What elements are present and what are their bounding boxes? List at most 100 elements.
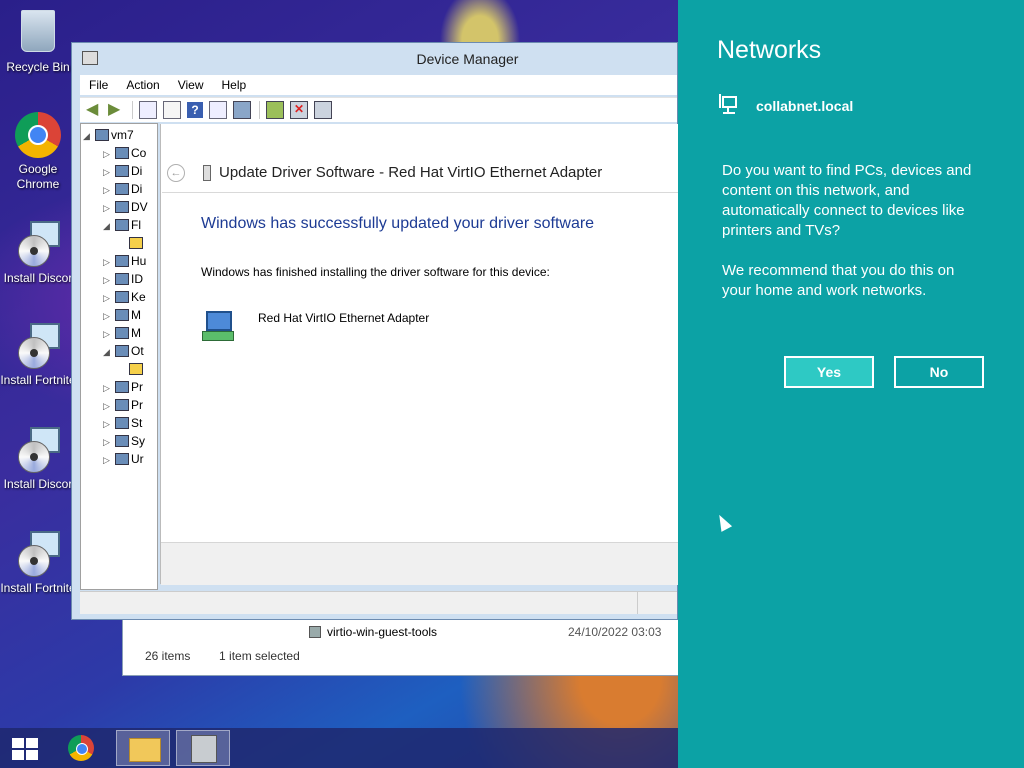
show-hide-console-tree-icon[interactable]: [139, 101, 157, 119]
desktop-icon-install-fortnite[interactable]: Install Fortnite: [0, 320, 76, 388]
device-category-icon: [115, 219, 129, 231]
window-titlebar[interactable]: Device Manager: [72, 43, 677, 75]
collapse-arrow-icon[interactable]: ◢: [103, 221, 115, 232]
uninstall-device-icon[interactable]: ✕: [290, 101, 308, 119]
toolbar: ◀ ▶ ? ✕: [80, 97, 677, 122]
desktop-icon-label: Install Fortnite: [0, 373, 76, 387]
tree-item[interactable]: ◢ Ot: [103, 344, 144, 360]
collapse-arrow-icon[interactable]: ◢: [103, 347, 115, 358]
status-bar: [80, 591, 677, 614]
printer-icon: [115, 381, 129, 393]
installer-icon: [14, 323, 62, 371]
networks-charm-panel: Networks collabnet.local Do you want to …: [678, 0, 1024, 768]
window-title: Device Manager: [416, 51, 519, 67]
desktop-icon-install-fortnite[interactable]: Install Fortnite: [0, 528, 76, 596]
expand-arrow-icon[interactable]: ▷: [103, 257, 115, 268]
tree-item[interactable]: ▷ Sy: [103, 434, 145, 450]
tree-label: ID: [131, 272, 143, 286]
expand-arrow-icon[interactable]: ▷: [103, 293, 115, 304]
tree-item[interactable]: ▷ Ur: [103, 452, 144, 468]
desktop-icon-label: Install Discor: [3, 271, 73, 285]
tree-label: Di: [131, 182, 143, 196]
forward-arrow-icon[interactable]: ▶: [108, 102, 124, 118]
tree-item[interactable]: ▷ Hu: [103, 254, 146, 270]
installer-icon: [14, 221, 62, 269]
tree-label: Fl: [131, 218, 141, 232]
expand-arrow-icon[interactable]: ▷: [103, 275, 115, 286]
warning-device-icon: [129, 237, 143, 249]
desktop-icon-label: Recycle Bin: [6, 60, 70, 74]
chrome-icon: [68, 735, 94, 761]
menu-help[interactable]: Help: [213, 75, 256, 95]
expand-arrow-icon[interactable]: ▷: [103, 203, 115, 214]
tree-item[interactable]: ▷ Di: [103, 164, 142, 180]
mouse-icon: [115, 309, 129, 321]
desktop-icon-label: Google Chrome: [16, 162, 60, 191]
explorer-status-bar: 26 items 1 item selected: [145, 649, 300, 663]
tree-item[interactable]: ▷ Co: [103, 146, 146, 162]
update-driver-icon[interactable]: [266, 101, 284, 119]
status-divider: [637, 592, 638, 614]
expand-arrow-icon[interactable]: ▷: [103, 401, 115, 412]
tree-item[interactable]: [129, 236, 145, 252]
disable-device-icon[interactable]: [314, 101, 332, 119]
expand-arrow-icon[interactable]: ▷: [103, 149, 115, 160]
scan-hardware-icon[interactable]: [233, 101, 251, 119]
tree-item[interactable]: ▷ ID: [103, 272, 143, 288]
tree-item[interactable]: ▷ Pr: [103, 380, 143, 396]
taskbar-file-explorer-button[interactable]: [116, 730, 170, 766]
desktop-icon-google-chrome[interactable]: Google Chrome: [0, 112, 76, 192]
warning-device-icon: [129, 363, 143, 375]
tree-item[interactable]: ◢ Fl: [103, 218, 141, 234]
desktop-icon-label: Install Fortnite: [0, 581, 76, 595]
desktop-icon-label: Install Discor: [3, 477, 73, 491]
tree-item[interactable]: ▷ M: [103, 326, 141, 342]
expand-arrow-icon[interactable]: ▷: [103, 167, 115, 178]
tree-label: Sy: [131, 434, 146, 448]
expand-arrow-icon[interactable]: ▷: [103, 311, 115, 322]
tree-item[interactable]: ▷ Pr: [103, 398, 143, 414]
tree-item[interactable]: [129, 362, 145, 378]
no-button[interactable]: No: [894, 356, 984, 388]
desktop-icon-install-discord[interactable]: Install Discor: [0, 424, 76, 492]
start-icon[interactable]: [12, 738, 38, 760]
desktop-icon-recycle-bin[interactable]: Recycle Bin: [0, 6, 76, 75]
expand-arrow-icon[interactable]: ▷: [103, 185, 115, 196]
tree-item[interactable]: ▷ Di: [103, 182, 142, 198]
help-icon[interactable]: ?: [187, 102, 203, 118]
storage-icon: [115, 417, 129, 429]
view-icon[interactable]: [209, 101, 227, 119]
menu-file[interactable]: File: [80, 75, 117, 95]
device-category-icon: [115, 147, 129, 159]
tree-label: M: [131, 326, 141, 340]
tree-label: vm7: [111, 128, 134, 142]
device-category-icon: [115, 165, 129, 177]
tree-root[interactable]: ◢ vm7: [83, 128, 134, 144]
usb-icon: [115, 453, 129, 465]
expand-arrow-icon[interactable]: ▷: [103, 419, 115, 430]
expand-arrow-icon[interactable]: ▷: [103, 437, 115, 448]
list-item[interactable]: virtio-win-guest-tools: [309, 625, 437, 639]
tree-label: Pr: [131, 398, 143, 412]
network-adapter-icon: [203, 165, 211, 181]
menu-view[interactable]: View: [169, 75, 213, 95]
taskbar-chrome-button[interactable]: [54, 730, 108, 766]
expand-arrow-icon[interactable]: ▷: [103, 383, 115, 394]
tree-item[interactable]: ▷ DV: [103, 200, 148, 216]
desktop-icon-install-discord[interactable]: Install Discor: [0, 218, 76, 286]
collapse-arrow-icon[interactable]: ◢: [83, 131, 95, 142]
properties-icon[interactable]: [163, 101, 181, 119]
device-category-icon: [115, 183, 129, 195]
back-arrow-icon[interactable]: ◀: [86, 102, 102, 118]
expand-arrow-icon[interactable]: ▷: [103, 455, 115, 466]
expand-arrow-icon[interactable]: ▷: [103, 329, 115, 340]
tree-item[interactable]: ▷ M: [103, 308, 141, 324]
menu-action[interactable]: Action: [117, 75, 168, 95]
yes-button[interactable]: Yes: [784, 356, 874, 388]
dialog-title: Update Driver Software - Red Hat VirtIO …: [219, 164, 603, 181]
tree-item[interactable]: ▷ St: [103, 416, 142, 432]
taskbar-device-manager-button[interactable]: [176, 730, 230, 766]
tree-item[interactable]: ▷ Ke: [103, 290, 146, 306]
device-category-icon: [115, 255, 129, 267]
back-arrow-icon[interactable]: ←: [167, 164, 185, 182]
